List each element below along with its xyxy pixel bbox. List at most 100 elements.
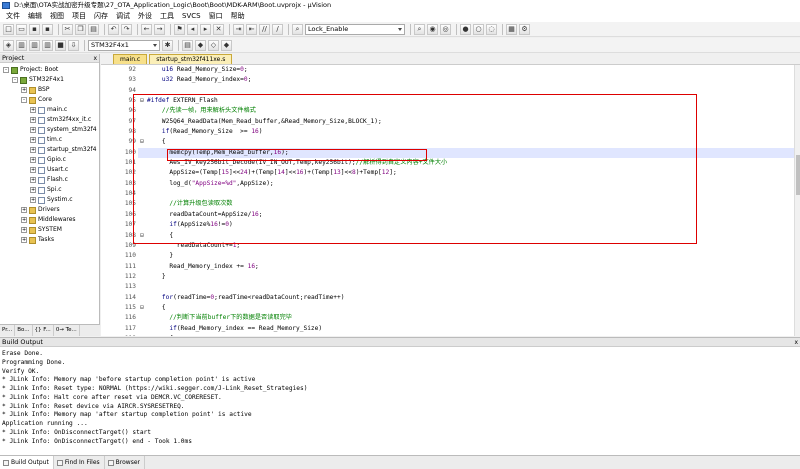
tab-find-in-files[interactable]: Find In Files xyxy=(54,456,105,469)
code-line[interactable]: 107 if(AppSize%16!=0) xyxy=(101,220,800,231)
breakpoint-disable-icon[interactable]: ○ xyxy=(473,23,484,35)
uncomment-icon[interactable]: / xyxy=(272,23,283,35)
indent-icon[interactable]: ⇥ xyxy=(233,23,244,35)
cut-icon[interactable]: ✂ xyxy=(62,23,73,35)
fold-marker-icon[interactable]: ⊟ xyxy=(139,334,145,336)
bookmark-prev-icon[interactable]: ◂ xyxy=(187,23,198,35)
code-line[interactable]: 118⊟ { xyxy=(101,333,800,336)
expand-icon[interactable]: + xyxy=(21,207,27,213)
expand-icon[interactable]: + xyxy=(30,137,36,143)
tree-item[interactable]: + BSP xyxy=(0,85,99,95)
save-icon[interactable]: ▪ xyxy=(29,23,40,35)
code-line[interactable]: 102 AppSize=(Temp[15]<<24)+(Temp[14]<<16… xyxy=(101,168,800,179)
find-in-files-icon[interactable]: ⌕ xyxy=(292,23,303,35)
fold-marker-icon[interactable]: ⊟ xyxy=(139,137,145,147)
rebuild-icon[interactable]: ▥ xyxy=(29,39,40,51)
expand-icon[interactable]: + xyxy=(30,197,36,203)
menu-window[interactable]: 窗口 xyxy=(205,11,227,22)
code-line[interactable]: 110 } xyxy=(101,251,800,262)
code-line[interactable]: 109 readDataCount+=1; xyxy=(101,240,800,252)
nav-back-icon[interactable]: ← xyxy=(141,23,152,35)
open-file-icon[interactable]: ▭ xyxy=(16,23,27,35)
code-line[interactable]: 92 u16 Read_Memory_Size=0; xyxy=(101,65,800,76)
build-icon[interactable]: ▥ xyxy=(16,39,27,51)
manage-project-icon[interactable]: ◆ xyxy=(195,39,206,51)
unindent-icon[interactable]: ⇤ xyxy=(246,23,257,35)
bookmark-clear-icon[interactable]: ✕ xyxy=(213,23,224,35)
editor-scrollbar[interactable] xyxy=(794,65,800,336)
code-line[interactable]: 115 ⊟ { xyxy=(101,302,800,314)
bookmark-next-icon[interactable]: ▸ xyxy=(200,23,211,35)
menu-help[interactable]: 帮助 xyxy=(227,11,249,22)
fold-marker-icon[interactable]: ⊟ xyxy=(139,303,145,313)
nav-forward-icon[interactable]: → xyxy=(154,23,165,35)
target-combo[interactable]: STM32F4x1 xyxy=(88,39,160,51)
code-line[interactable]: 103 log_d("AppSize=%d",AppSize); xyxy=(101,178,800,190)
tab-project[interactable]: Pr... xyxy=(0,325,16,336)
expand-icon[interactable]: + xyxy=(21,227,27,233)
menu-tools[interactable]: 工具 xyxy=(156,11,178,22)
tree-item[interactable]: + Usart.c xyxy=(0,165,99,175)
code-line[interactable]: 104 xyxy=(101,189,800,200)
tree-item[interactable]: - Project: Boot xyxy=(0,65,99,75)
expand-icon[interactable]: + xyxy=(30,107,36,113)
comment-icon[interactable]: // xyxy=(259,23,270,35)
stop-build-icon[interactable]: ■ xyxy=(55,39,66,51)
tab-startup-file[interactable]: startup_stm32f411xe.s xyxy=(149,54,233,64)
collapse-icon[interactable]: - xyxy=(12,77,18,83)
code-line[interactable]: 114 for(readTime=0;readTime<readDataCoun… xyxy=(101,292,800,303)
code-line[interactable]: 94 xyxy=(101,85,800,97)
tab-functions[interactable]: {} F... xyxy=(33,325,54,336)
tab-templates[interactable]: 0→ Te... xyxy=(54,325,80,336)
tree-item[interactable]: + tim.c xyxy=(0,135,99,145)
menu-debug[interactable]: 调试 xyxy=(112,11,134,22)
paste-icon[interactable]: ▤ xyxy=(88,23,99,35)
download-icon[interactable]: ⇩ xyxy=(68,39,79,51)
copy-icon[interactable]: ❐ xyxy=(75,23,86,35)
tree-item[interactable]: + Tasks xyxy=(0,235,99,245)
target-options-icon[interactable]: ✱ xyxy=(162,39,173,51)
tree-item[interactable]: + Flash.c xyxy=(0,175,99,185)
window-layout-icon[interactable]: ▦ xyxy=(506,23,517,35)
tab-browser[interactable]: Browser xyxy=(105,456,145,469)
expand-icon[interactable]: + xyxy=(30,127,36,133)
new-file-icon[interactable]: □ xyxy=(3,23,14,35)
expand-icon[interactable]: + xyxy=(21,87,27,93)
undo-icon[interactable]: ↶ xyxy=(108,23,119,35)
incremental-find-icon[interactable]: ◉ xyxy=(427,23,438,35)
tree-item[interactable]: + Gpio.c xyxy=(0,155,99,165)
tree-item[interactable]: - Core xyxy=(0,95,99,105)
code-line[interactable]: 95 ⊟ #ifdef EXTERN_Flash xyxy=(101,96,800,107)
find-icon[interactable]: ⌕ xyxy=(414,23,425,35)
menu-view[interactable]: 视图 xyxy=(46,11,68,22)
save-all-icon[interactable]: ▪ xyxy=(42,23,53,35)
fold-marker-icon[interactable]: ⊟ xyxy=(139,96,145,106)
tab-books[interactable]: Bo... xyxy=(15,325,33,336)
tab-main-c[interactable]: main.c xyxy=(113,54,148,64)
pack-installer-icon[interactable]: ◇ xyxy=(208,39,219,51)
fold-marker-icon[interactable]: ⊟ xyxy=(139,231,145,241)
code-line[interactable]: 98 if(Read_Memory_Size >= 16) xyxy=(101,127,800,138)
code-line[interactable]: 100 memcpy(Temp,Mem_Read_buffer,16); xyxy=(101,147,800,159)
menu-svcs[interactable]: SVCS xyxy=(178,11,205,22)
code-line[interactable]: 117 if(Read_Memory_index == Read_Memory_… xyxy=(101,323,800,334)
menu-flash[interactable]: 闪存 xyxy=(90,11,112,22)
debug-start-icon[interactable]: ◎ xyxy=(440,23,451,35)
expand-icon[interactable]: + xyxy=(30,117,36,123)
code-line[interactable]: 101 Aes_IV_key256bit_Decode(IV_IN_OUT,Te… xyxy=(101,158,800,169)
expand-icon[interactable]: + xyxy=(30,177,36,183)
build-output-text[interactable]: Erase Done. Programming Done. Verify OK. * … xyxy=(2,350,788,454)
code-line[interactable]: 112 } xyxy=(101,271,800,283)
code-line[interactable]: 96 //先读一帧，用来解析头文件格式 xyxy=(101,106,800,117)
expand-icon[interactable]: + xyxy=(30,147,36,153)
expand-icon[interactable]: + xyxy=(21,217,27,223)
tree-item[interactable]: + Spi.c xyxy=(0,185,99,195)
code-area[interactable]: 92 u16 Read_Memory_Size=0; 93 u32 Read_Me… xyxy=(101,65,800,336)
translate-icon[interactable]: ◈ xyxy=(3,39,14,51)
breakpoint-icon[interactable]: ● xyxy=(460,23,471,35)
tab-build-output[interactable]: Build Output xyxy=(0,456,54,469)
find-combo[interactable]: Lock_Enable xyxy=(305,23,405,35)
collapse-icon[interactable]: - xyxy=(3,67,9,73)
expand-icon[interactable]: + xyxy=(30,187,36,193)
tree-item[interactable]: + Middlewares xyxy=(0,215,99,225)
